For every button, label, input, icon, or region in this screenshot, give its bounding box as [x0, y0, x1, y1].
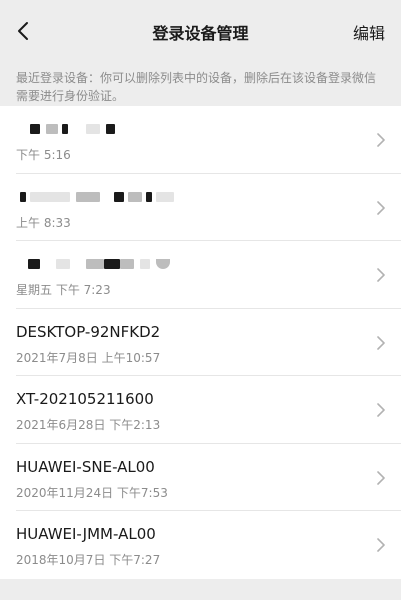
device-row[interactable]: 下午 5:16	[0, 106, 401, 174]
device-row[interactable]: 星期五 下午 7:23	[0, 241, 401, 309]
device-name: HUAWEI-JMM-AL00	[16, 525, 156, 543]
redacted-device-name	[16, 191, 276, 204]
device-row[interactable]: DESKTOP-92NFKD2 2021年7月8日 上午10:57	[0, 309, 401, 377]
page-title: 登录设备管理	[152, 24, 249, 43]
device-row[interactable]: HUAWEI-SNE-AL00 2020年11月24日 下午7:53	[0, 444, 401, 512]
edit-button[interactable]: 编辑	[353, 20, 385, 44]
navigation-bar: 登录设备管理 编辑	[0, 0, 401, 62]
chevron-right-icon	[377, 538, 385, 552]
chevron-right-icon	[377, 200, 385, 215]
device-login-time: 2021年6月28日 下午2:13	[16, 418, 161, 432]
redacted-device-name	[16, 124, 276, 136]
device-name: XT-202105211600	[16, 390, 154, 408]
device-name: HUAWEI-SNE-AL00	[16, 457, 155, 476]
device-login-time: 上午 8:33	[16, 215, 71, 230]
device-login-time: 2018年10月7日 下午7:27	[16, 553, 161, 567]
chevron-right-icon	[377, 268, 385, 282]
device-row[interactable]: XT-202105211600 2021年6月28日 下午2:13	[0, 376, 401, 444]
chevron-right-icon	[377, 335, 385, 350]
device-row[interactable]: 上午 8:33	[0, 174, 401, 242]
device-login-time: 2021年7月8日 上午10:57	[16, 350, 161, 365]
chevron-right-icon	[377, 470, 385, 485]
device-login-time: 2020年11月24日 下午7:53	[16, 485, 168, 500]
device-row[interactable]: HUAWEI-JMM-AL00 2018年10月7日 下午7:27	[0, 511, 401, 579]
chevron-right-icon	[377, 403, 385, 417]
device-login-time: 下午 5:16	[16, 148, 71, 162]
redacted-device-name	[16, 259, 276, 271]
device-login-time: 星期五 下午 7:23	[16, 283, 111, 297]
chevron-right-icon	[377, 133, 385, 147]
device-list: 下午 5:16 上午 8:33 星期五 下午 7:23 DESKTOP-92NF…	[0, 106, 401, 579]
device-name: DESKTOP-92NFKD2	[16, 322, 161, 341]
device-list-note: 最近登录设备：你可以删除列表中的设备，删除后在该设备登录微信需要进行身份验证。	[16, 71, 377, 103]
